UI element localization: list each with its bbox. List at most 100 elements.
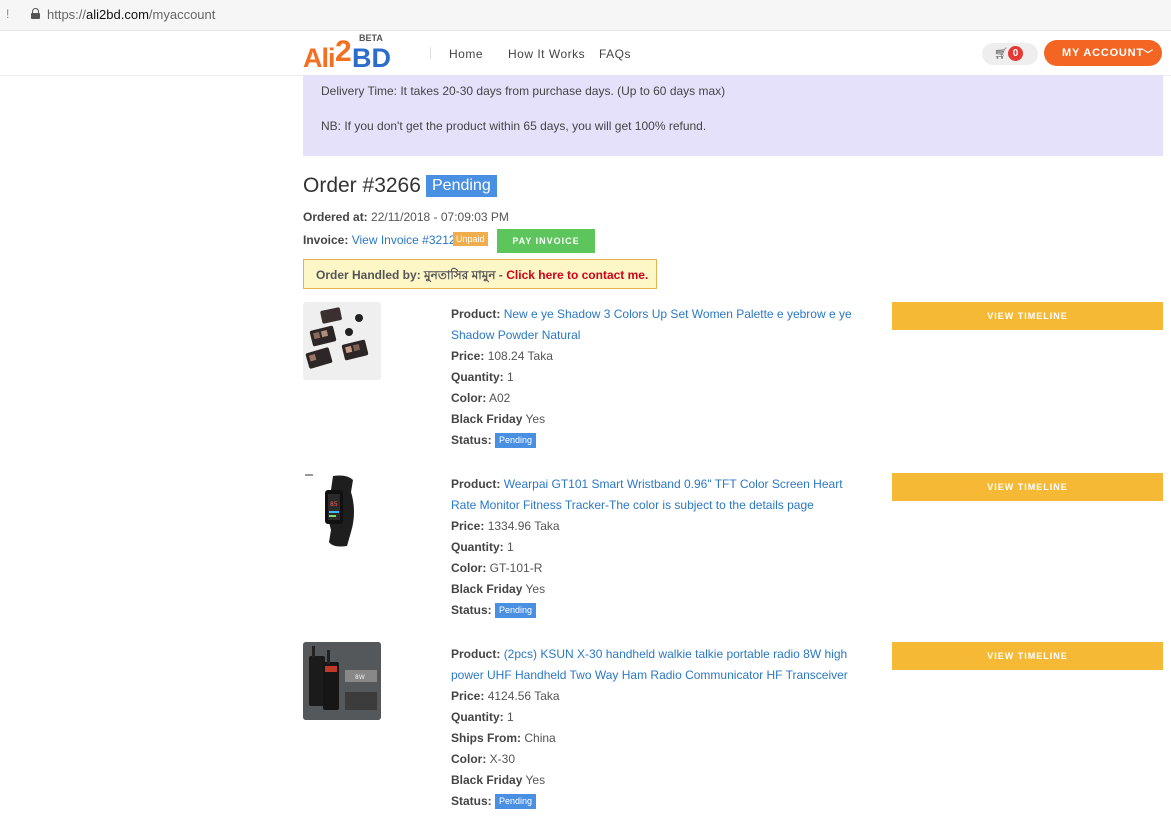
product-image-walkie-talkie[interactable]: 8W bbox=[303, 642, 381, 720]
price-line: Price: 108.24 Taka bbox=[451, 346, 871, 367]
color-line: Color: X-30 bbox=[451, 749, 871, 770]
ordered-at-value: 22/11/2018 - 07:09:03 PM bbox=[371, 210, 509, 224]
quantity-line: Quantity: 1 bbox=[451, 707, 871, 728]
logo-bd-text: BD bbox=[352, 43, 391, 73]
color-value: GT-101-R bbox=[489, 561, 543, 575]
color-line: Color: GT-101-R bbox=[451, 558, 871, 579]
color-value: A02 bbox=[489, 391, 511, 405]
status-line: Status: Pending bbox=[451, 791, 871, 812]
status-label: Status: bbox=[451, 794, 492, 808]
price-label: Price: bbox=[451, 349, 485, 363]
color-label: Color: bbox=[451, 752, 487, 766]
invoice-label: Invoice: bbox=[303, 233, 349, 247]
nav-how-it-works[interactable]: How It Works bbox=[508, 47, 585, 61]
black-friday-line: Black Friday Yes bbox=[451, 770, 871, 791]
ships-from-value: China bbox=[524, 731, 556, 745]
status-line: Status: Pending bbox=[451, 430, 871, 451]
price-line: Price: 4124.56 Taka bbox=[451, 686, 871, 707]
product-label: Product: bbox=[451, 647, 501, 661]
black-friday-line: Black Friday Yes bbox=[451, 579, 871, 600]
product-name-line: Product: New e ye Shadow 3 Colors Up Set… bbox=[451, 304, 871, 346]
cart-count-badge: 0 bbox=[1008, 46, 1023, 61]
nav-divider bbox=[430, 47, 431, 59]
quantity-line: Quantity: 1 bbox=[451, 367, 871, 388]
quantity-line: Quantity: 1 bbox=[451, 537, 871, 558]
chevron-down-icon: ﹀ bbox=[1143, 50, 1154, 61]
product-name-line: Product: Wearpai GT101 Smart Wristband 0… bbox=[451, 474, 871, 516]
black-friday-value: Yes bbox=[525, 412, 546, 426]
view-timeline-button[interactable]: VIEW TIMELINE bbox=[892, 473, 1163, 501]
price-line: Price: 1334.96 Taka bbox=[451, 516, 871, 537]
lock-icon bbox=[31, 8, 40, 19]
pay-invoice-button[interactable]: PAY INVOICE bbox=[497, 229, 595, 253]
price-label: Price: bbox=[451, 519, 485, 533]
view-timeline-button[interactable]: VIEW TIMELINE bbox=[892, 302, 1163, 330]
cart-button[interactable]: 🛒︎ 0 bbox=[982, 43, 1038, 65]
price-value: 108.24 Taka bbox=[487, 349, 553, 363]
url-domain: ali2bd.com bbox=[86, 7, 149, 22]
quantity-value: 1 bbox=[507, 710, 514, 724]
status-badge: Pending bbox=[495, 603, 537, 619]
black-friday-value: Yes bbox=[525, 773, 546, 787]
url-path: /myaccount bbox=[148, 7, 216, 22]
black-friday-value: Yes bbox=[525, 582, 546, 596]
nav-home[interactable]: Home bbox=[449, 47, 483, 61]
ships-from-label: Ships From: bbox=[451, 731, 522, 745]
logo-two-text: 2 bbox=[335, 35, 352, 68]
color-label: Color: bbox=[451, 391, 487, 405]
window-edge-mark: ! bbox=[6, 7, 10, 21]
svg-text:8W: 8W bbox=[355, 674, 365, 681]
product-link[interactable]: (2pcs) KSUN X-30 handheld walkie talkie … bbox=[451, 647, 848, 682]
status-label: Status: bbox=[451, 433, 492, 447]
color-label: Color: bbox=[451, 561, 487, 575]
color-line: Color: A02 bbox=[451, 388, 871, 409]
view-invoice-link[interactable]: View Invoice #3212 bbox=[352, 233, 456, 247]
status-badge: Pending bbox=[495, 794, 537, 810]
black-friday-label: Black Friday bbox=[451, 412, 523, 426]
my-account-label: MY ACCOUNT bbox=[1062, 47, 1144, 59]
product-details: Product: New e ye Shadow 3 Colors Up Set… bbox=[451, 304, 871, 451]
cart-icon: 🛒︎ bbox=[994, 48, 1008, 60]
black-friday-label: Black Friday bbox=[451, 773, 523, 787]
view-timeline-button[interactable]: VIEW TIMELINE bbox=[892, 642, 1163, 670]
product-link[interactable]: New e ye Shadow 3 Colors Up Set Women Pa… bbox=[451, 307, 852, 342]
ships-from-line: Ships From: China bbox=[451, 728, 871, 749]
quantity-label: Quantity: bbox=[451, 540, 504, 554]
order-title: Order #3266 bbox=[303, 174, 421, 197]
order-status-badge: Pending bbox=[426, 175, 497, 197]
logo-ali-text: Ali bbox=[303, 43, 336, 73]
product-details: Product: Wearpai GT101 Smart Wristband 0… bbox=[451, 474, 871, 621]
invoice-line: Invoice: View Invoice #3212 bbox=[303, 233, 456, 247]
product-image-wristband[interactable]: 85 bbox=[303, 472, 381, 550]
product-label: Product: bbox=[451, 307, 501, 321]
logo-beta-tag: BETA bbox=[359, 33, 383, 43]
status-line: Status: Pending bbox=[451, 600, 871, 621]
quantity-label: Quantity: bbox=[451, 710, 504, 724]
url-scheme: https:// bbox=[47, 7, 87, 22]
color-value: X-30 bbox=[489, 752, 516, 766]
product-details: Product: (2pcs) KSUN X-30 handheld walki… bbox=[451, 644, 871, 812]
quantity-value: 1 bbox=[507, 540, 514, 554]
product-link[interactable]: Wearpai GT101 Smart Wristband 0.96" TFT … bbox=[451, 477, 843, 512]
order-handler-label: Order Handled by: মুনতাসির মামুন - bbox=[316, 268, 507, 282]
delivery-notice: Delivery Time: It takes 20-30 days from … bbox=[303, 75, 1163, 156]
svg-text:85: 85 bbox=[330, 501, 338, 508]
my-account-button[interactable]: MY ACCOUNT ﹀ bbox=[1044, 40, 1162, 66]
black-friday-label: Black Friday bbox=[451, 582, 523, 596]
site-logo[interactable]: Ali 2 BD BETA bbox=[303, 33, 391, 75]
ordered-at-line: Ordered at: 22/11/2018 - 07:09:03 PM bbox=[303, 210, 509, 224]
refund-note-text: NB: If you don't get the product within … bbox=[321, 119, 707, 133]
browser-address-bar: ! https://ali2bd.com/myaccount bbox=[0, 0, 1171, 31]
invoice-unpaid-badge: Unpaid bbox=[453, 232, 488, 246]
url-field[interactable]: https://ali2bd.com/myaccount bbox=[47, 7, 215, 22]
quantity-label: Quantity: bbox=[451, 370, 504, 384]
product-image-eyeshadow[interactable] bbox=[303, 302, 381, 380]
product-label: Product: bbox=[451, 477, 501, 491]
contact-handler-link[interactable]: Click here to contact me. bbox=[506, 268, 648, 282]
price-value: 1334.96 Taka bbox=[487, 519, 560, 533]
price-value: 4124.56 Taka bbox=[487, 689, 560, 703]
ordered-at-label: Ordered at: bbox=[303, 210, 368, 224]
status-badge: Pending bbox=[495, 433, 537, 449]
nav-faqs[interactable]: FAQs bbox=[599, 47, 631, 61]
status-label: Status: bbox=[451, 603, 492, 617]
